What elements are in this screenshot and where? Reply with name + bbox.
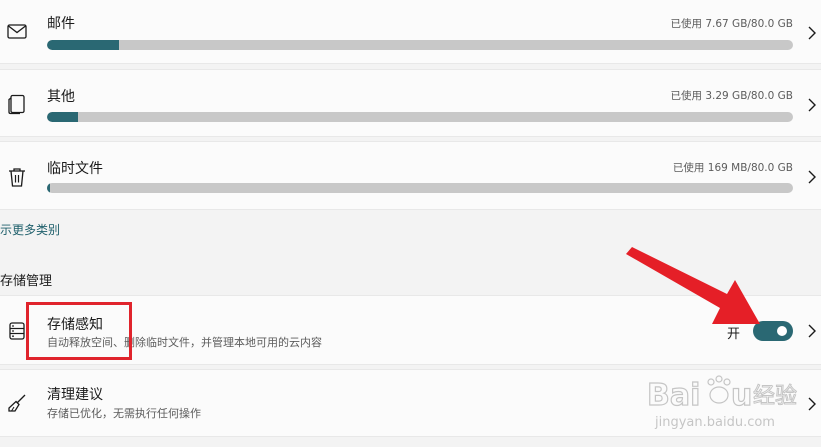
usage-bar	[47, 112, 793, 122]
category-usage: 已使用 3.29 GB/80.0 GB	[670, 90, 794, 102]
cleanup-title: 清理建议	[47, 387, 103, 403]
usage-bar-fill	[47, 40, 119, 50]
svg-text:u: u	[731, 378, 752, 413]
category-title: 临时文件	[47, 161, 103, 177]
usage-bar	[47, 40, 793, 50]
storage-sense-toggle[interactable]	[753, 321, 793, 341]
broom-icon	[6, 392, 28, 414]
category-usage: 已使用 7.67 GB/80.0 GB	[670, 18, 794, 30]
toggle-state-label: 开	[727, 327, 741, 342]
highlight-box	[26, 302, 132, 360]
usage-bar-fill	[47, 112, 78, 122]
category-row-temp-files[interactable]: 临时文件 已使用 169 MB/80.0 GB	[0, 141, 821, 210]
category-row-other[interactable]: 其他 已使用 3.29 GB/80.0 GB	[0, 69, 821, 137]
svg-text:Bai: Bai	[647, 378, 700, 413]
category-usage: 已使用 169 MB/80.0 GB	[672, 162, 793, 174]
section-heading: 存储管理	[0, 274, 53, 289]
category-title: 邮件	[47, 16, 75, 32]
other-files-icon	[6, 93, 28, 115]
usage-bar-fill	[47, 183, 50, 193]
svg-text:经验: 经验	[753, 384, 797, 409]
toggle-knob	[777, 326, 787, 336]
storage-sense-icon	[6, 320, 28, 342]
usage-bar	[47, 183, 793, 193]
cleanup-subtitle: 存储已优化，无需执行任何操作	[47, 407, 201, 420]
show-more-categories-link[interactable]: 示更多类别	[0, 221, 60, 238]
chevron-right-icon	[807, 26, 817, 40]
mail-icon	[6, 20, 28, 42]
category-row-mail[interactable]: 邮件 已使用 7.67 GB/80.0 GB	[0, 0, 821, 64]
chevron-right-icon	[807, 170, 817, 184]
svg-text:jingyan.baidu.com: jingyan.baidu.com	[654, 415, 775, 430]
baidu-watermark-logo: Bai u 经验 jingyan.baidu.com	[647, 371, 807, 431]
chevron-right-icon	[807, 324, 817, 338]
chevron-right-icon	[807, 397, 817, 411]
category-title: 其他	[47, 89, 75, 105]
trash-icon	[6, 166, 28, 188]
chevron-right-icon	[807, 98, 817, 112]
